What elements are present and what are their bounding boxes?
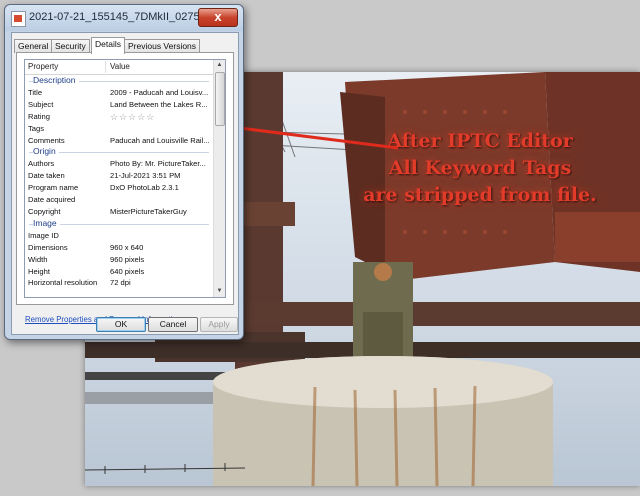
- property-name: Dimensions: [28, 242, 68, 252]
- table-row[interactable]: Authors Photo By: Mr. PictureTaker...: [25, 158, 213, 170]
- property-name: Title: [28, 88, 43, 97]
- section-header: Origin: [25, 146, 213, 158]
- details-panel: Property Value Description Title 2009 - P…: [16, 52, 234, 324]
- scroll-up-arrow-icon[interactable]: ▲: [214, 60, 225, 71]
- section-header: Description: [25, 75, 213, 87]
- property-name: Height: [28, 266, 50, 276]
- cancel-button[interactable]: Cancel: [148, 317, 198, 332]
- property-value: DxO PhotoLab 2.3.1: [110, 183, 179, 193]
- list-scrollbar[interactable]: ▲ ▼: [213, 60, 225, 297]
- section-label: Description: [33, 75, 79, 85]
- table-row[interactable]: Date taken 21-Jul-2021 3:51 PM: [25, 170, 213, 182]
- file-icon: [11, 11, 26, 27]
- table-row[interactable]: Image ID: [25, 230, 213, 242]
- scroll-thumb[interactable]: [215, 72, 225, 126]
- table-row[interactable]: Tags: [25, 123, 213, 135]
- ok-button[interactable]: OK: [96, 317, 146, 332]
- scroll-down-arrow-icon[interactable]: ▼: [214, 286, 225, 297]
- properties-list[interactable]: Property Value Description Title 2009 - P…: [24, 59, 226, 298]
- table-row[interactable]: Subject Land Between the Lakes R...: [25, 99, 213, 111]
- section-label: Origin: [33, 146, 59, 157]
- rating-stars[interactable]: ☆☆☆☆☆: [110, 112, 210, 123]
- property-value: Paducah and Louisville Rail...: [110, 135, 210, 145]
- property-name: Authors: [28, 159, 55, 169]
- section-label: Image: [33, 217, 60, 228]
- property-value: 21-Jul-2021 3:51 PM: [110, 171, 181, 181]
- column-header-value[interactable]: Value: [110, 62, 130, 71]
- property-value: 960 pixels: [110, 254, 145, 264]
- property-name: Width: [28, 254, 48, 264]
- column-divider[interactable]: [105, 61, 106, 73]
- property-value: 2009 - Paducah and Louisv...: [110, 88, 209, 97]
- property-value: 640 pixels: [110, 266, 145, 276]
- column-header-property[interactable]: Property: [28, 62, 58, 71]
- property-name: Horizontal resolution: [28, 278, 98, 288]
- window-title: 2021-07-21_155145_7DMkII_0275_XnView_Pos…: [29, 11, 199, 23]
- table-row[interactable]: Dimensions 960 x 640: [25, 242, 213, 254]
- tab-general[interactable]: General: [14, 39, 53, 53]
- property-value: Land Between the Lakes R...: [110, 99, 208, 109]
- list-rows: Description Title 2009 - Paducah and Loui…: [25, 75, 213, 289]
- dialog-body: General Security Details Previous Versio…: [11, 32, 239, 335]
- property-value: MisterPictureTakerGuy: [110, 207, 187, 217]
- tab-security[interactable]: Security: [51, 39, 90, 53]
- table-row[interactable]: Copyright MisterPictureTakerGuy: [25, 206, 213, 218]
- table-row[interactable]: Date acquired: [25, 194, 213, 206]
- table-row[interactable]: Title 2009 - Paducah and Louisv...: [25, 87, 213, 99]
- properties-dialog: 2021-07-21_155145_7DMkII_0275_XnView_Pos…: [4, 4, 244, 340]
- tab-previous-versions[interactable]: Previous Versions: [124, 39, 201, 53]
- property-name: Rating: [28, 111, 50, 121]
- property-name: Subject: [28, 99, 54, 109]
- property-name: Tags: [28, 123, 45, 133]
- table-row[interactable]: Horizontal resolution 72 dpi: [25, 277, 213, 289]
- property-value: Photo By: Mr. PictureTaker...: [110, 159, 206, 169]
- property-name: Copyright: [28, 207, 61, 217]
- title-bar[interactable]: 2021-07-21_155145_7DMkII_0275_XnView_Pos…: [5, 5, 243, 31]
- property-name: Image ID: [28, 230, 59, 240]
- property-name: Program name: [28, 183, 79, 193]
- property-value: 960 x 640: [110, 242, 144, 252]
- property-name: Comments: [28, 135, 65, 145]
- table-row[interactable]: Height 640 pixels: [25, 266, 213, 278]
- property-name: Date taken: [28, 171, 65, 181]
- table-row[interactable]: Rating ☆☆☆☆☆: [25, 111, 213, 123]
- list-header: Property Value: [25, 60, 213, 75]
- table-row[interactable]: Comments Paducah and Louisville Rail...: [25, 135, 213, 147]
- table-row[interactable]: Width 960 pixels: [25, 254, 213, 266]
- apply-button[interactable]: Apply: [200, 317, 238, 332]
- property-name: Date acquired: [28, 195, 76, 205]
- tab-details[interactable]: Details: [91, 37, 125, 54]
- table-row[interactable]: Program name DxO PhotoLab 2.3.1: [25, 182, 213, 194]
- close-button[interactable]: x: [198, 8, 238, 27]
- property-value: 72 dpi: [110, 278, 131, 288]
- section-header: Image: [25, 217, 213, 230]
